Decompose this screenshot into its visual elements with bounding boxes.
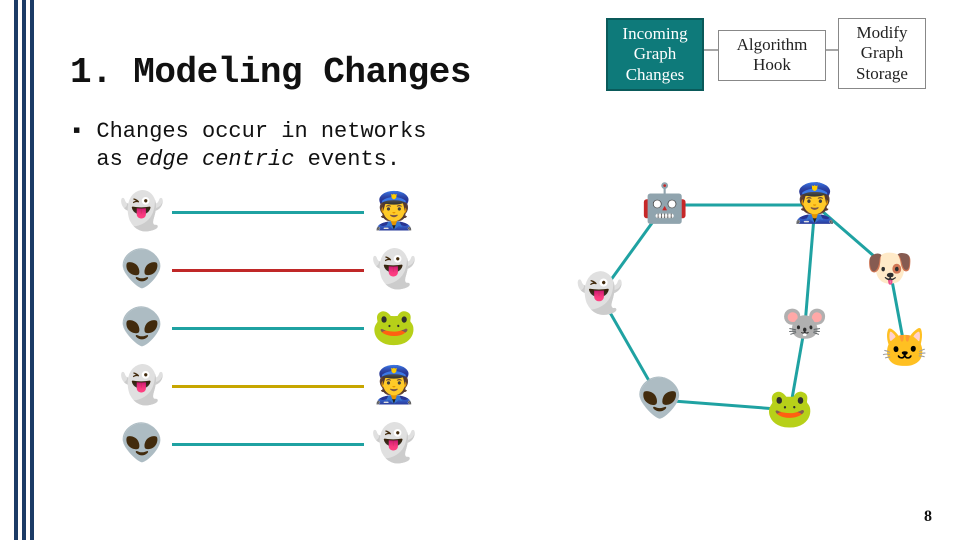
edge-right-node: 🐸 — [370, 306, 418, 350]
edge-row: 👻👮 — [118, 364, 418, 408]
edge-left-node: 👽 — [118, 422, 166, 466]
page-number: 8 — [924, 508, 932, 526]
bullet-emphasis: edge centric — [136, 147, 294, 172]
edge-list: 👻👮👽👻👽🐸👻👮👽👻 — [118, 190, 418, 480]
graph-node-mouse: 🐭 — [781, 302, 828, 348]
bullet-marker: ▪ — [70, 119, 96, 144]
bullet-line-2a: as — [96, 147, 136, 172]
graph-node-frog: 🐸 — [766, 387, 813, 433]
graph-node-dog: 🐶 — [866, 247, 913, 293]
edge-row: 👻👮 — [118, 190, 418, 234]
graph-node-alien: 👽 — [636, 377, 683, 423]
edge-line — [172, 211, 364, 214]
edge-left-node: 👻 — [118, 364, 166, 408]
edge-right-node: 👻 — [370, 248, 418, 292]
edge-line — [172, 269, 364, 272]
graph-network: 🤖 👮 👻 🐶 🐭 🐱 👽 🐸 — [540, 150, 940, 470]
decorative-left-bars — [0, 0, 42, 540]
slide: { "title": "1. Modeling Changes", "bulle… — [0, 0, 960, 540]
pipeline-box-incoming: IncomingGraphChanges — [606, 18, 704, 91]
bullet-text: ▪ Changes occur in networks as edge cent… — [70, 118, 426, 173]
edge-line — [172, 385, 364, 388]
edge-row: 👽👻 — [118, 422, 418, 466]
edge-left-node: 👽 — [118, 248, 166, 292]
edge-line — [172, 327, 364, 330]
edge-row: 👽👻 — [118, 248, 418, 292]
slide-title: 1. Modeling Changes — [70, 52, 471, 93]
graph-node-ghost: 👻 — [576, 272, 623, 318]
pipeline-box-modify: ModifyGraphStorage — [838, 18, 926, 89]
edge-right-node: 👮 — [370, 364, 418, 408]
connector-1 — [704, 30, 718, 70]
graph-node-police: 👮 — [791, 182, 838, 228]
edge-right-node: 👻 — [370, 422, 418, 466]
graph-node-cat: 🐱 — [881, 327, 928, 373]
edge-left-node: 👽 — [118, 306, 166, 350]
pipeline-box-hook: AlgorithmHook — [718, 30, 826, 81]
bullet-line-2b: events. — [294, 147, 400, 172]
edge-row: 👽🐸 — [118, 306, 418, 350]
bullet-line-1: Changes occur in networks — [96, 119, 426, 144]
edge-right-node: 👮 — [370, 190, 418, 234]
edge-line — [172, 443, 364, 446]
graph-node-robot: 🤖 — [641, 182, 688, 228]
edge-left-node: 👻 — [118, 190, 166, 234]
